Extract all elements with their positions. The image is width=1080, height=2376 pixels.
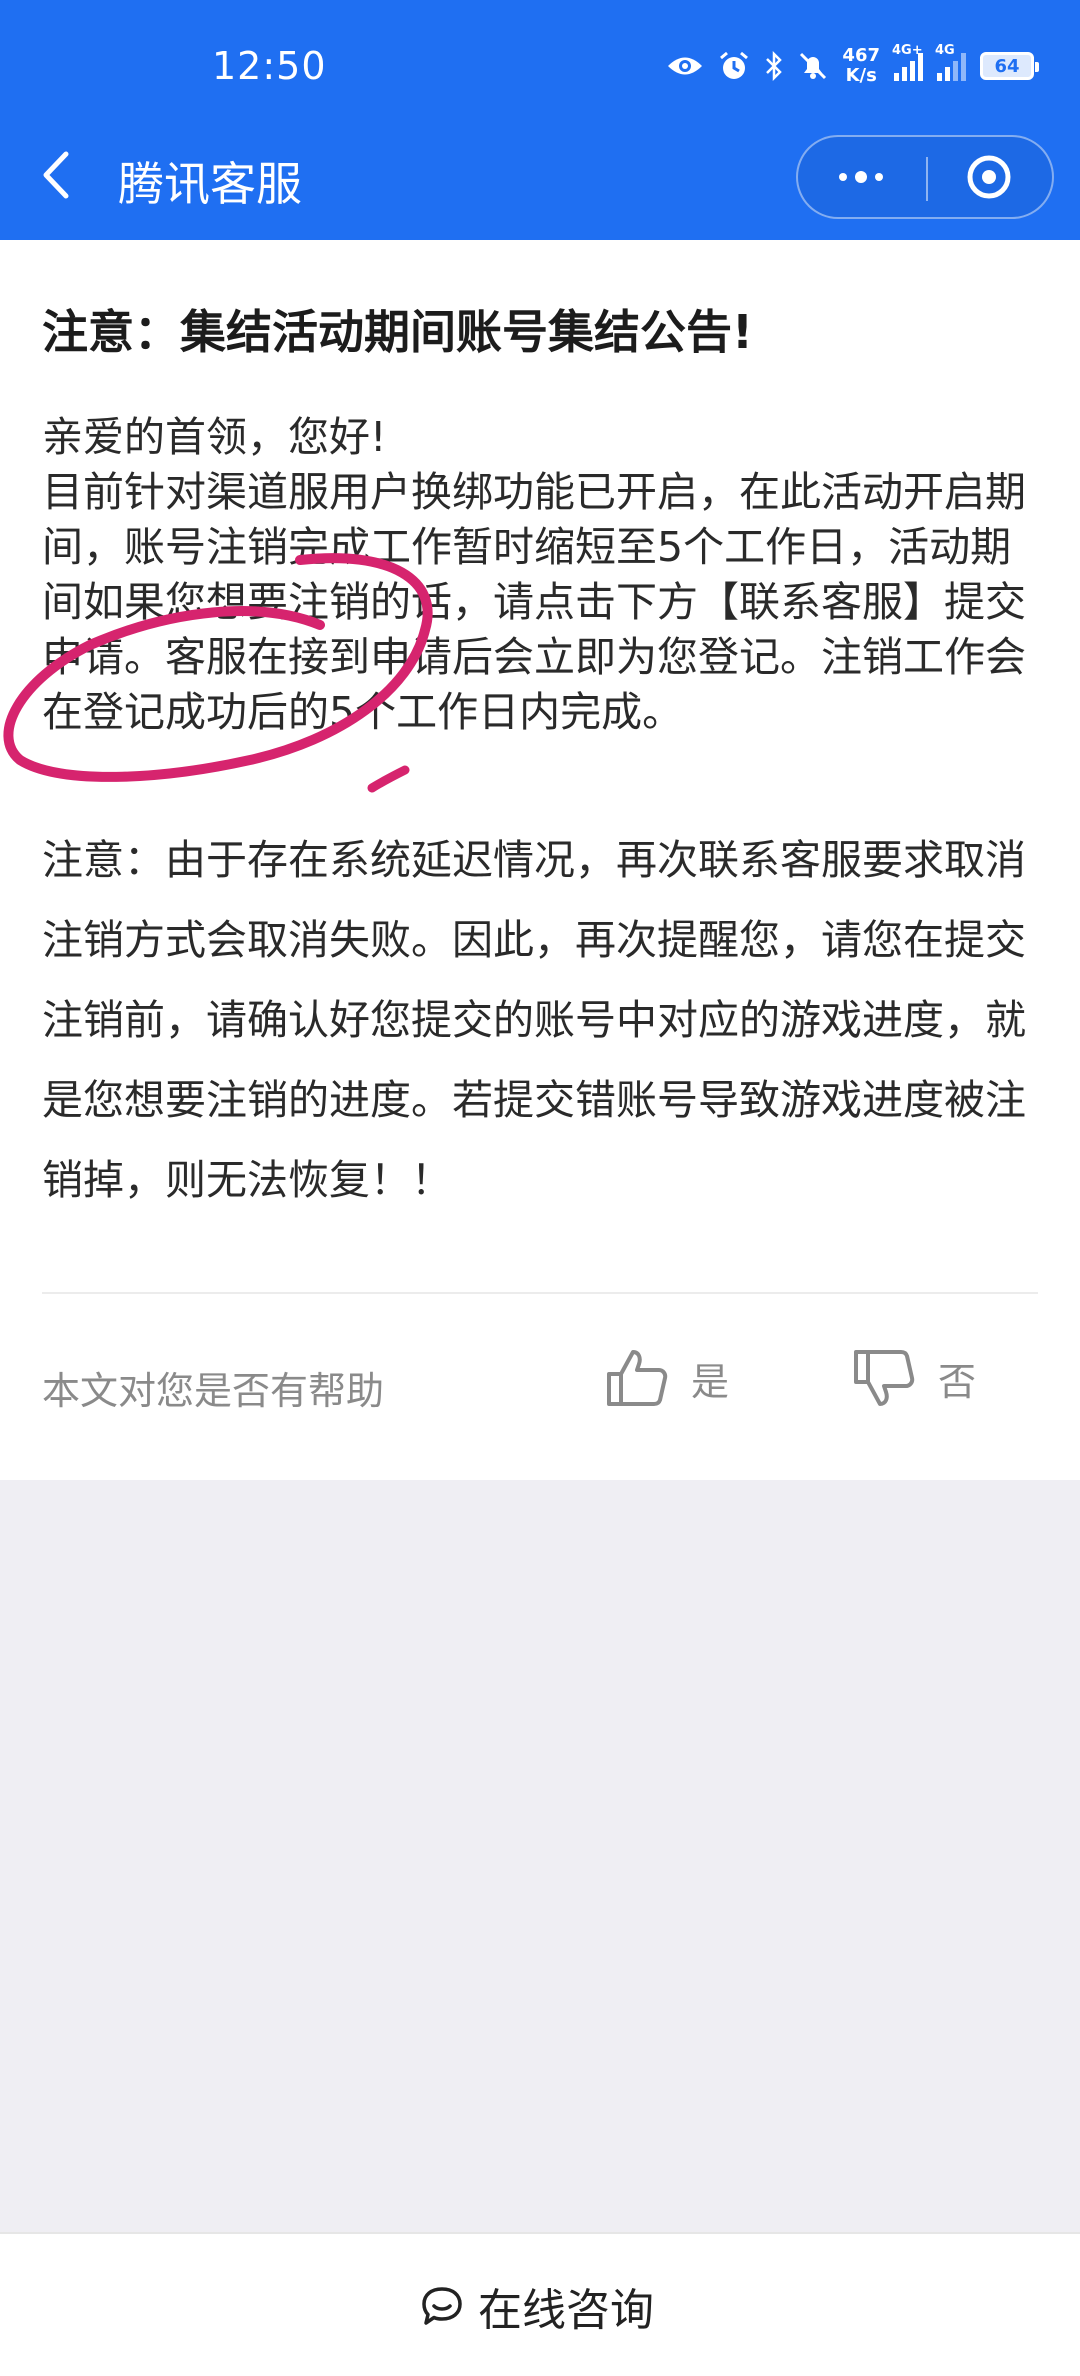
page-title: 腾讯客服 (118, 157, 302, 211)
online-consult-button[interactable]: 在线咨询 (420, 2274, 654, 2338)
mini-program-capsule (796, 135, 1054, 219)
mute-bell-icon (800, 52, 827, 80)
article-paragraph-1: 亲爱的首领，您好! 目前针对渠道服用户换绑功能已开启，在此活动开启期间，账号注销… (42, 413, 1026, 736)
signal-strength-2: 4G (935, 43, 966, 81)
top-bar: 12:50 467 K/s 4G+ 4G 64 腾讯客服 (0, 0, 1080, 240)
chat-bubble-icon (422, 2287, 462, 2325)
divider-line (42, 1292, 1038, 1294)
net-speed: 467 K/s (842, 46, 880, 86)
close-miniprogram-icon[interactable] (966, 154, 1012, 200)
alarm-icon (720, 51, 749, 79)
helpful-no-label: 否 (938, 1359, 977, 1404)
helpful-yes-button[interactable]: 是 (605, 1348, 729, 1408)
more-dot-icon (839, 173, 847, 181)
bottom-bar: 在线咨询 (0, 2232, 1080, 2376)
thumbs-down-icon (854, 1350, 915, 1406)
signal-strength-1: 4G+ (892, 43, 923, 81)
net-speed-value: 467 (842, 45, 880, 66)
battery-indicator: 64 (980, 52, 1039, 80)
more-dot-icon (855, 171, 867, 183)
online-consult-label: 在线咨询 (478, 2285, 654, 2336)
signal-2-label: 4G (935, 43, 955, 58)
thumbs-up-icon (607, 1350, 668, 1406)
helpful-no-button[interactable]: 否 (852, 1348, 976, 1408)
more-menu-button[interactable] (798, 137, 924, 217)
net-speed-unit: K/s (845, 65, 877, 86)
signal-1-label: 4G+ (892, 43, 923, 58)
helpful-yes-label: 是 (691, 1359, 730, 1404)
eye-icon (668, 57, 703, 75)
bluetooth-icon (766, 51, 783, 81)
helpful-question: 本文对您是否有帮助 (42, 1369, 385, 1413)
status-icons: 467 K/s 4G+ 4G 64 (666, 43, 1039, 88)
back-arrow-icon[interactable] (36, 150, 76, 200)
status-time: 12:50 (212, 44, 327, 88)
capsule-divider (926, 157, 928, 201)
article-paragraph-2: 注意：由于存在系统延迟情况，再次联系客服要求取消注销方式会取消失败。因此，再次提… (42, 836, 1026, 1204)
more-dot-icon (875, 173, 883, 181)
article-card: 注意：集结活动期间账号集结公告! 亲爱的首领，您好! 目前针对渠道服用户换绑功能… (0, 240, 1080, 1480)
article-title: 注意：集结活动期间账号集结公告! (42, 305, 753, 359)
battery-level: 64 (994, 55, 1020, 77)
